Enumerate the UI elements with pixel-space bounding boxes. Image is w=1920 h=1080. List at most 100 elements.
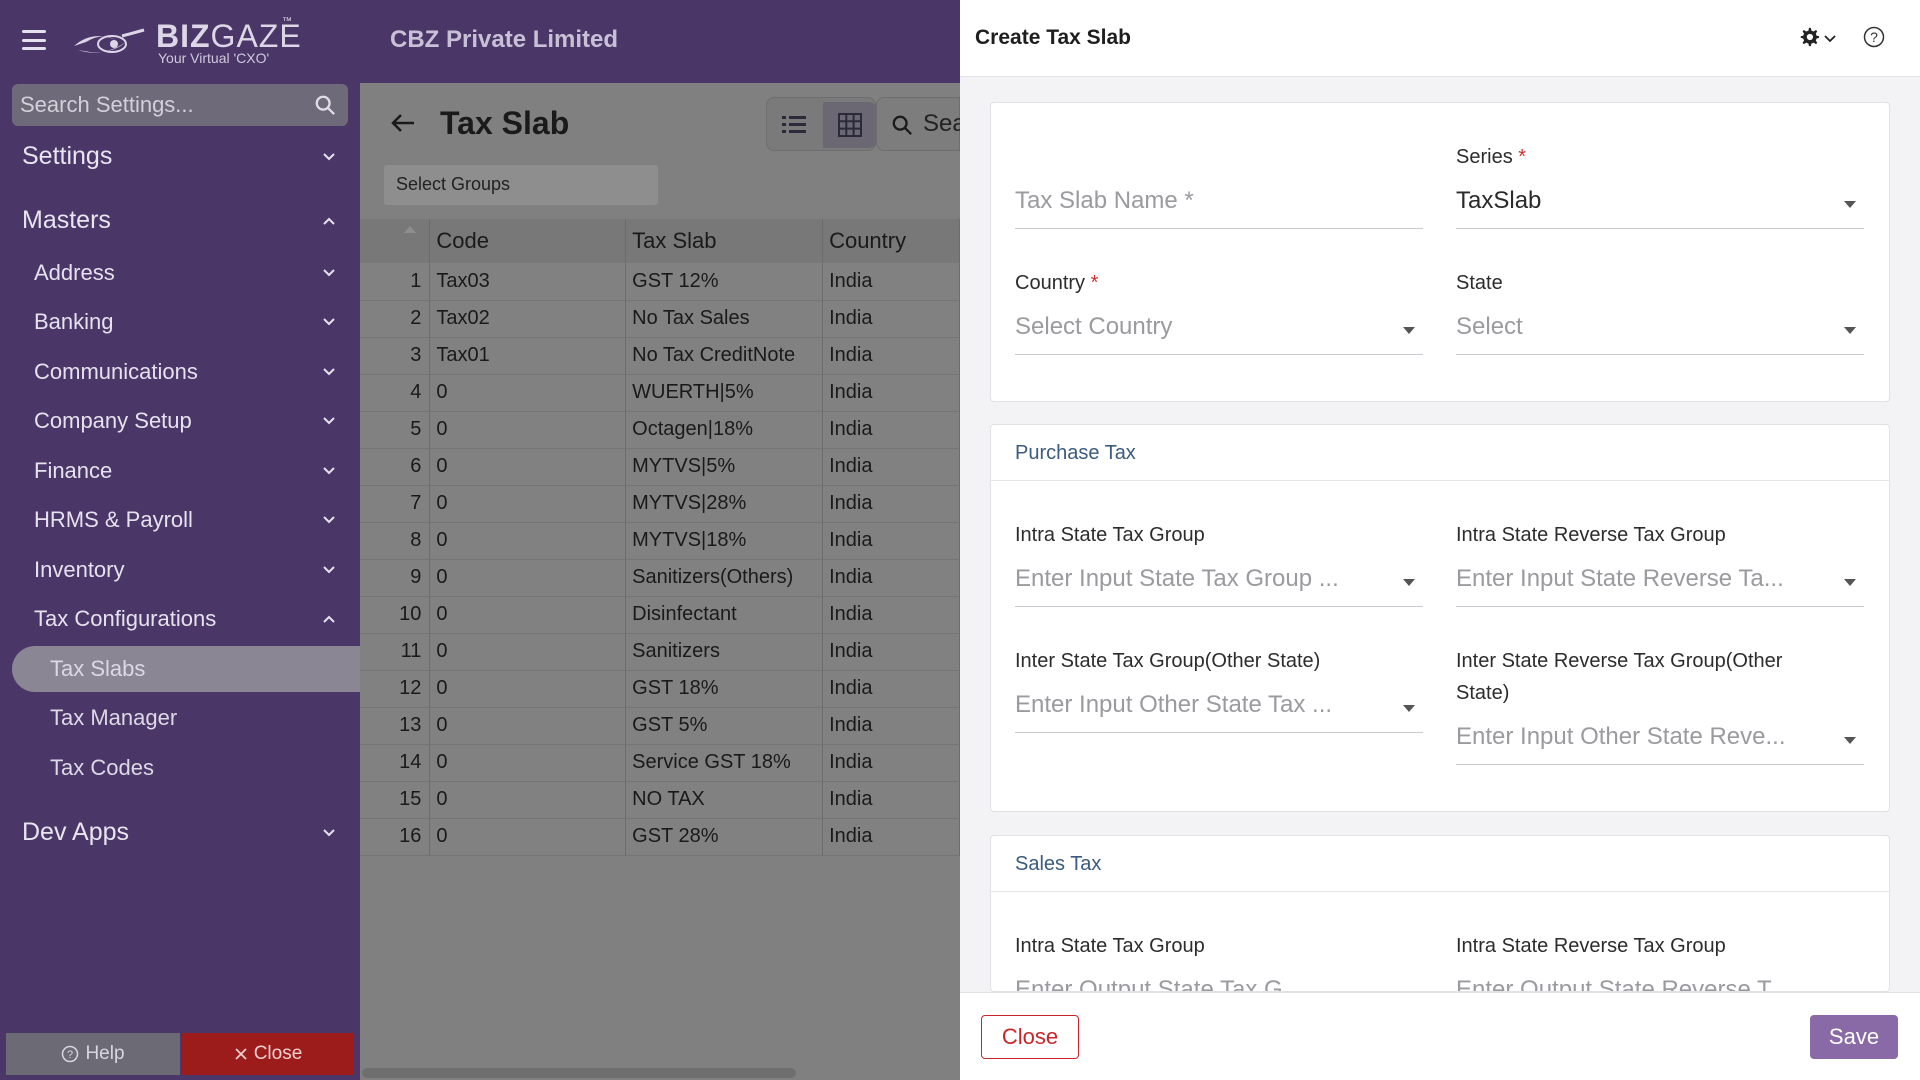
code-cell: Tax02 [429,300,627,338]
sort-header[interactable] [360,219,431,263]
row-number: 2 [360,300,431,338]
table-row[interactable]: 13 0 GST 5% India [360,707,960,745]
chevron-up-icon[interactable] [322,214,336,228]
close-icon [235,1048,247,1060]
purchase-inter-reverse-select[interactable]: Enter Input Other State Reve... [1456,717,1864,765]
chevron-down-icon[interactable] [322,563,336,577]
settings-search-input[interactable] [20,84,310,126]
state-select[interactable]: Select [1456,307,1864,355]
country-cell: India [822,374,960,412]
select-groups-dropdown[interactable]: Select Groups [384,165,658,205]
gear-icon[interactable] [1798,26,1820,48]
row-number: 16 [360,818,431,856]
sidebar-item-tax-configurations[interactable]: Tax Configurations [34,606,216,632]
nav-section-masters[interactable]: Masters [22,206,111,235]
table-row[interactable]: 3 Tax01 No Tax CreditNote India [360,337,960,375]
chevron-down-icon[interactable] [322,464,336,478]
sidebar-close-button[interactable]: Close [182,1033,354,1075]
hamburger-menu-icon[interactable] [22,30,46,50]
table-row[interactable]: 2 Tax02 No Tax Sales India [360,300,960,338]
table-row[interactable]: 1 Tax03 GST 12% India [360,263,960,301]
search-icon[interactable] [314,94,336,116]
purchase-intra-reverse-select[interactable]: Enter Input State Reverse Ta... [1456,559,1864,607]
caret-down-icon [1844,327,1856,334]
sidebar-item-inventory[interactable]: Inventory [34,557,125,583]
table-row[interactable]: 14 0 Service GST 18% India [360,744,960,782]
nav-section-settings[interactable]: Settings [22,142,112,171]
grid-view-toggle[interactable] [823,102,877,148]
sidebar-item-tax-manager[interactable]: Tax Manager [50,705,177,731]
tax-slab-cell: Service GST 18% [625,744,824,782]
sidebar-item-communications[interactable]: Communications [34,359,198,385]
series-select[interactable]: TaxSlab [1456,181,1864,229]
chevron-down-icon[interactable] [322,315,336,329]
column-header-code[interactable]: Code [429,219,627,263]
table-row[interactable]: 16 0 GST 28% India [360,818,960,856]
table-row[interactable]: 8 0 MYTVS|18% India [360,522,960,560]
chevron-down-icon[interactable] [1824,33,1836,45]
chevron-down-icon[interactable] [322,414,336,428]
purchase-inter-reverse-placeholder: Enter Input Other State Reve... [1456,723,1786,750]
row-number: 4 [360,374,431,412]
chevron-down-icon[interactable] [322,365,336,379]
sidebar-item-address[interactable]: Address [34,260,115,286]
help-icon[interactable]: ? [1863,26,1885,48]
purchase-intra-reverse-label: Intra State Reverse Tax Group [1456,524,1726,546]
save-button[interactable]: Save [1810,1015,1898,1059]
chevron-down-icon[interactable] [322,266,336,280]
country-cell: India [822,522,960,560]
table-header-row: Code Tax Slab Country [360,219,960,263]
table-row[interactable]: 6 0 MYTVS|5% India [360,448,960,486]
table-row[interactable]: 5 0 Octagen|18% India [360,411,960,449]
grid-search[interactable]: Sea [876,97,966,151]
chevron-down-icon[interactable] [322,150,336,164]
back-arrow-icon[interactable] [390,113,416,133]
list-view-icon[interactable] [781,112,807,138]
row-number: 13 [360,707,431,745]
nav-section-dev-apps[interactable]: Dev Apps [22,818,129,847]
code-cell: 0 [429,707,627,745]
sidebar-item-banking[interactable]: Banking [34,309,114,335]
help-circle-icon: ? [62,1045,79,1063]
logo-trademark: ™ [282,16,292,27]
sidebar-item-hrms-payroll[interactable]: HRMS & Payroll [34,507,193,533]
purchase-tax-card: Purchase Tax Intra State Tax Group Intra… [990,424,1890,812]
sidebar-item-company-setup[interactable]: Company Setup [34,408,192,434]
tax-slab-cell: MYTVS|28% [625,485,824,523]
sales-intra-reverse-select[interactable]: Enter Output State Reverse T... [1456,970,1864,991]
sidebar-item-finance[interactable]: Finance [34,458,112,484]
code-cell: 0 [429,818,627,856]
chevron-up-icon[interactable] [322,612,336,626]
table-row[interactable]: 4 0 WUERTH|5% India [360,374,960,412]
series-value: TaxSlab [1456,187,1542,214]
grid-view-icon [838,113,862,137]
purchase-inter-select[interactable]: Enter Input Other State Tax ... [1015,685,1423,733]
table-row[interactable]: 11 0 Sanitizers India [360,633,960,671]
table-row[interactable]: 10 0 Disinfectant India [360,596,960,634]
bizgaze-logo: BIZGAZE ™ Your Virtual 'CXO' [72,16,302,68]
chevron-down-icon[interactable] [322,826,336,840]
country-select[interactable]: Select Country [1015,307,1423,355]
table-row[interactable]: 12 0 GST 18% India [360,670,960,708]
purchase-intra-reverse-placeholder: Enter Input State Reverse Ta... [1456,565,1784,592]
sidebar-item-tax-codes[interactable]: Tax Codes [50,755,154,781]
horizontal-scrollbar[interactable] [362,1068,796,1078]
help-button[interactable]: ? Help [6,1033,180,1075]
column-header-tax-slab[interactable]: Tax Slab [625,219,824,263]
table-row[interactable]: 9 0 Sanitizers(Others) India [360,559,960,597]
chevron-down-icon[interactable] [322,513,336,527]
sidebar-item-tax-slabs[interactable]: Tax Slabs [50,656,145,682]
tax-slab-cell: Disinfectant [625,596,824,634]
sales-tax-heading: Sales Tax [991,836,1889,892]
required-marker: * [1518,146,1527,168]
column-header-country[interactable]: Country [822,219,960,263]
purchase-intra-select[interactable]: Enter Input State Tax Group ... [1015,559,1423,607]
code-cell: 0 [429,781,627,819]
table-row[interactable]: 15 0 NO TAX India [360,781,960,819]
table-row[interactable]: 7 0 MYTVS|28% India [360,485,960,523]
row-number: 8 [360,522,431,560]
sales-intra-select[interactable]: Enter Output State Tax G... [1015,970,1423,991]
close-button[interactable]: Close [981,1015,1079,1059]
country-cell: India [822,485,960,523]
tax-slab-name-input[interactable]: Tax Slab Name * [1015,181,1423,229]
